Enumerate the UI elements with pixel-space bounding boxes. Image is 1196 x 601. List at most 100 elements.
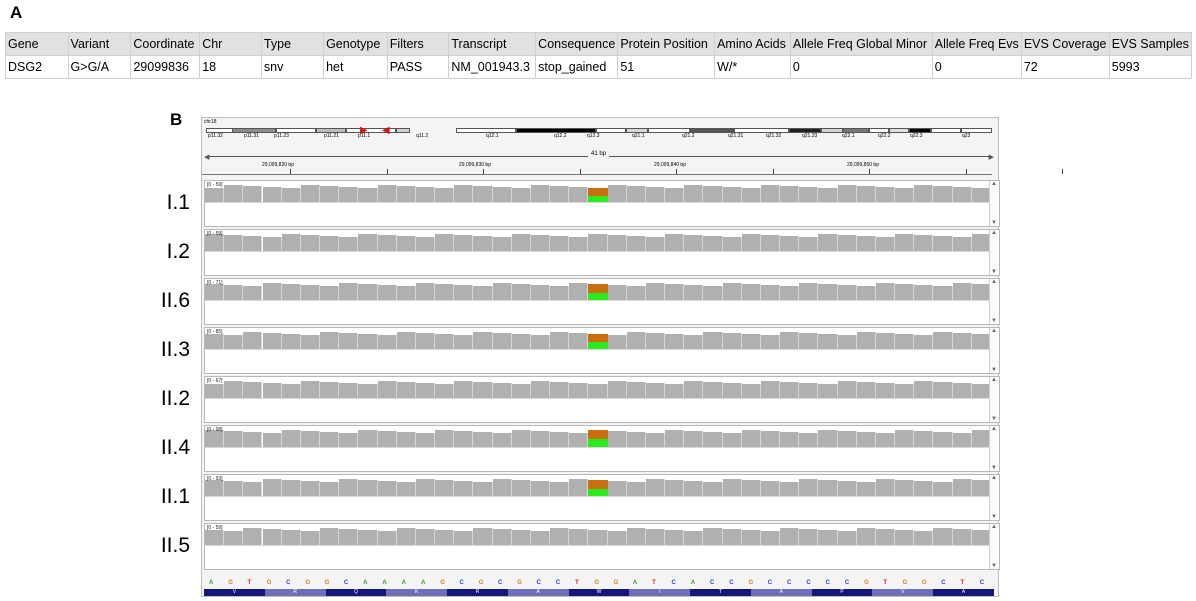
track-scrollbar[interactable]: ▲ ▼ [989,279,999,324]
scroll-up-icon[interactable]: ▲ [991,475,997,481]
ruler-tick [483,169,484,174]
ruler-right-arrow-icon: ▶ [988,154,994,161]
coverage-track: [0 - 85] ▲ ▼ [204,327,1000,374]
coverage-bar [799,333,819,349]
coverage-bar [703,482,723,496]
coverage-bar [684,431,704,447]
coverage-bar [914,285,934,300]
scroll-down-icon[interactable]: ▼ [991,514,997,520]
coverage-bar [281,188,301,202]
scroll-up-icon[interactable]: ▲ [991,524,997,530]
table-cell: 72 [1020,55,1110,79]
scroll-up-icon[interactable]: ▲ [991,328,997,334]
coverage-bar [339,283,359,300]
table-cell: 51 [617,55,716,79]
cytoband [889,128,909,133]
coverage-bar [435,384,455,398]
coverage-bar [396,382,416,398]
scroll-up-icon[interactable]: ▲ [991,230,997,236]
cytoband [396,128,410,133]
amino-acid-translation: VRQKRAWITAPVA [204,589,994,596]
centromere-icon: ◀ [382,125,390,136]
coverage-bar [626,528,646,545]
track-scrollbar[interactable]: ▲ ▼ [989,328,999,373]
reference-base: G [478,580,484,586]
coverage-bar [511,284,531,300]
coverage-bar [415,333,436,349]
chromosome-name: chr18 [204,119,217,125]
coverage-bar [377,235,397,251]
scroll-down-icon[interactable]: ▼ [991,416,997,422]
reference-base: A [209,580,214,586]
coverage-bar [205,188,225,202]
coverage-bar [473,332,493,349]
track-scrollbar[interactable]: ▲ ▼ [989,181,999,226]
track-scrollbar[interactable]: ▲ ▼ [989,426,999,471]
coverage-bar [741,234,761,251]
scroll-down-icon[interactable]: ▼ [991,465,997,471]
cytoband-label: q11.2 [416,133,429,139]
track-scrollbar[interactable]: ▲ ▼ [989,377,999,422]
coverage-bar [952,333,972,349]
coverage-bar [530,481,551,496]
coverage-bar [262,479,282,496]
scroll-down-icon[interactable]: ▼ [991,269,997,275]
coverage-bar [205,384,225,398]
table-cell: G>G/A [67,55,132,79]
reference-base: G [324,580,330,586]
scroll-up-icon[interactable]: ▲ [991,426,997,432]
table-cell: 5993 [1108,55,1193,79]
cytoband [596,128,626,133]
track-scrollbar[interactable]: ▲ ▼ [989,230,999,275]
scroll-up-icon[interactable]: ▲ [991,279,997,285]
coverage-bar [320,482,340,496]
track-range-label: [0 - 85] [207,329,223,335]
coverage-bar [492,529,512,545]
coverage-bar [492,383,512,398]
coverage-bar [799,529,819,545]
track-scrollbar[interactable]: ▲ ▼ [989,475,999,520]
scroll-up-icon[interactable]: ▲ [991,181,997,187]
cytoband-label: q21.32 [766,133,782,139]
track-scrollbar[interactable]: ▲ ▼ [989,524,999,569]
reference-base: C [979,580,985,586]
coverage-bar [588,430,608,447]
alt-allele-fraction [588,439,608,447]
coverage-track: [0 - 67] ▲ ▼ [204,376,1000,423]
reference-base: C [767,580,773,586]
coverage-bar [856,286,876,300]
ref-allele-fraction [588,188,608,196]
coverage-bar [875,237,896,251]
ruler-tick [579,169,581,174]
coverage-bar [703,432,723,447]
reference-base: A [632,580,638,586]
coverage-bar [224,531,244,545]
coverage-bar [435,480,455,496]
coverage-bar [224,481,244,496]
track-range-label: [0 - 59] [207,231,223,237]
track-range-label: [0 - 93] [207,476,223,482]
scroll-up-icon[interactable]: ▲ [991,377,997,383]
coverage-bar [511,188,531,202]
scroll-down-icon[interactable]: ▼ [991,318,997,324]
scroll-down-icon[interactable]: ▼ [991,220,997,226]
coverage-bar [550,528,570,545]
coverage-bar [914,431,934,447]
column-header: Chr [199,32,262,56]
coverage-bar [358,284,378,300]
coverage-bar [320,382,340,398]
coverage-bar [645,237,666,251]
amino-acid-cell: V [872,589,934,596]
coverage-bar [492,433,512,447]
coverage-bar [224,431,244,447]
scroll-down-icon[interactable]: ▼ [991,367,997,373]
coverage-bar [473,186,493,202]
ruler-span-label: 41 bp [588,151,610,157]
reference-base: T [575,580,579,586]
coverage-bar [645,283,666,300]
table-cell: 18 [199,55,262,79]
coverage-bar [856,382,876,398]
coverage-bar [875,479,896,496]
scroll-down-icon[interactable]: ▼ [991,563,997,569]
column-header: Gene [5,32,69,56]
